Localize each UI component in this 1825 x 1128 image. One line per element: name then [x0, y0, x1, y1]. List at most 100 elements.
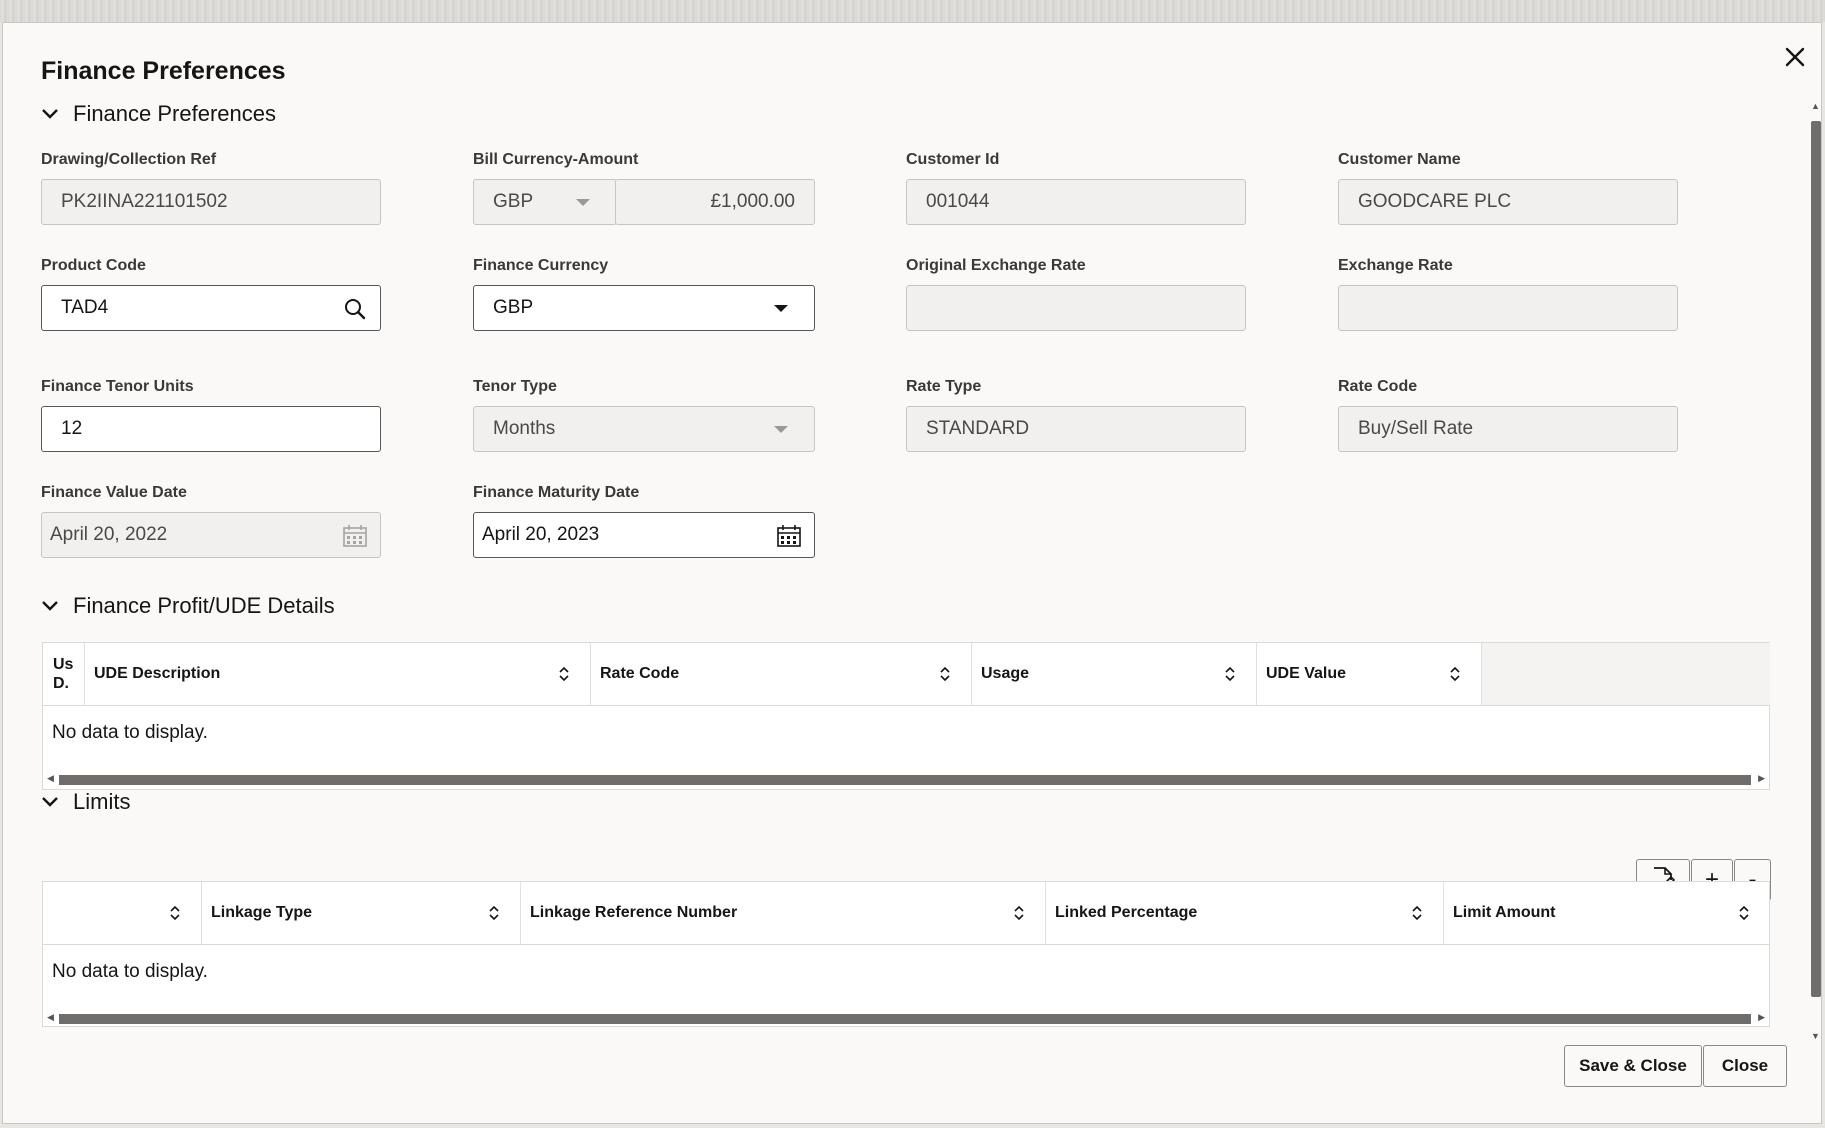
sort-icon[interactable] [488, 904, 500, 922]
tenor-units-label: Finance Tenor Units [41, 378, 194, 396]
finance-preferences-dialog: Finance Preferences ▲ ▼ Finance Preferen… [2, 22, 1822, 1124]
section-title: Finance Preferences [73, 101, 276, 127]
background-strip [0, 0, 1825, 22]
drawing-ref-field: PK2IINA221101502 [41, 179, 381, 225]
customer-name-value: GOODCARE PLC [1358, 191, 1511, 213]
chevron-down-icon[interactable] [41, 597, 59, 615]
calendar-icon[interactable] [776, 523, 802, 549]
calendar-icon [342, 523, 368, 549]
save-and-close-button[interactable]: Save & Close [1564, 1045, 1702, 1087]
col-select[interactable] [43, 882, 202, 944]
ude-horizontal-scrollbar[interactable]: ◀ ▶ [43, 773, 1769, 785]
chevron-down-icon [774, 426, 788, 433]
ude-table: Us D. UDE Description Rate Code Usage UD… [42, 642, 1770, 790]
close-button[interactable]: Close [1703, 1045, 1787, 1087]
customer-id-value: 001044 [926, 191, 989, 213]
sort-icon[interactable] [1411, 904, 1423, 922]
bill-currency-value: GBP [493, 191, 533, 213]
vertical-scrollbar[interactable]: ▲ ▼ [1808, 101, 1822, 1043]
tenor-type-select: Months [473, 406, 815, 452]
sort-icon[interactable] [1738, 904, 1750, 922]
product-code-input[interactable]: TAD4 [41, 285, 381, 331]
maturity-date-label: Finance Maturity Date [473, 484, 639, 502]
col-label: UDE Value [1266, 665, 1346, 683]
maturity-date-input[interactable]: April 20, 2023 [473, 512, 815, 558]
sort-icon[interactable] [1224, 665, 1236, 683]
scroll-left-icon[interactable]: ◀ [47, 1012, 54, 1023]
exchange-rate-field [1338, 285, 1678, 331]
sort-icon[interactable] [939, 665, 951, 683]
value-date-value: April 20, 2022 [50, 524, 167, 546]
limits-table: Linkage Type Linkage Reference Number Li… [42, 881, 1770, 1027]
sort-icon[interactable] [1449, 665, 1461, 683]
limits-table-header: Linkage Type Linkage Reference Number Li… [43, 882, 1769, 945]
col-linkage-reference-number[interactable]: Linkage Reference Number [521, 882, 1046, 944]
rate-type-value: STANDARD [926, 418, 1029, 440]
col-limit-amount[interactable]: Limit Amount [1444, 882, 1770, 944]
section-finance-preferences[interactable]: Finance Preferences [41, 101, 276, 127]
dialog-title: Finance Preferences [41, 57, 286, 86]
scrollbar-thumb[interactable] [59, 775, 1751, 785]
customer-id-label: Customer Id [906, 151, 999, 169]
col-label: Us D. [53, 655, 79, 693]
customer-name-label: Customer Name [1338, 151, 1461, 169]
col-label: UDE Description [94, 665, 220, 683]
col-rate-code[interactable]: Rate Code [591, 643, 972, 705]
scroll-down-icon[interactable]: ▼ [1811, 1031, 1820, 1041]
col-label: Linked Percentage [1055, 904, 1197, 922]
scroll-left-icon[interactable]: ◀ [47, 773, 54, 784]
customer-name-field: GOODCARE PLC [1338, 179, 1678, 225]
bill-currency-select: GBP [473, 179, 617, 225]
customer-id-field: 001044 [906, 179, 1246, 225]
drawing-ref-value: PK2IINA221101502 [61, 191, 228, 213]
scrollbar-thumb[interactable] [1811, 121, 1821, 997]
chevron-down-icon[interactable] [41, 793, 59, 811]
section-title: Finance Profit/UDE Details [73, 593, 335, 619]
product-code-label: Product Code [41, 257, 146, 275]
close-icon[interactable] [1775, 37, 1815, 77]
chevron-down-icon[interactable] [774, 305, 788, 312]
sort-icon[interactable] [169, 904, 181, 922]
col-ude-description[interactable]: UDE Description [85, 643, 591, 705]
scroll-up-icon[interactable]: ▲ [1811, 101, 1820, 111]
rate-code-field: Buy/Sell Rate [1338, 406, 1678, 452]
section-title: Limits [73, 789, 130, 815]
col-label: Linkage Type [211, 904, 312, 922]
scroll-right-icon[interactable]: ▶ [1758, 773, 1765, 784]
section-profit-ude[interactable]: Finance Profit/UDE Details [41, 593, 335, 619]
header-filler [1482, 643, 1770, 705]
col-linked-percentage[interactable]: Linked Percentage [1046, 882, 1444, 944]
col-linkage-type[interactable]: Linkage Type [202, 882, 521, 944]
value-date-field: April 20, 2022 [41, 512, 381, 558]
tenor-units-input[interactable]: 12 [41, 406, 381, 452]
rate-code-label: Rate Code [1338, 378, 1417, 396]
chevron-down-icon [576, 199, 590, 206]
scroll-right-icon[interactable]: ▶ [1758, 1012, 1765, 1023]
scrollbar-thumb[interactable] [59, 1014, 1751, 1024]
search-icon[interactable] [342, 296, 368, 322]
col-usage[interactable]: Usage [972, 643, 1257, 705]
finance-currency-select[interactable]: GBP [473, 285, 815, 331]
sort-icon[interactable] [1013, 904, 1025, 922]
ude-table-header: Us D. UDE Description Rate Code Usage UD… [43, 643, 1769, 706]
bill-currency-amount-label: Bill Currency-Amount [473, 151, 638, 169]
tenor-units-value: 12 [61, 418, 82, 440]
value-date-label: Finance Value Date [41, 484, 187, 502]
product-code-value: TAD4 [61, 297, 108, 319]
limits-horizontal-scrollbar[interactable]: ◀ ▶ [43, 1012, 1769, 1024]
col-us-d[interactable]: Us D. [43, 643, 85, 705]
drawing-ref-label: Drawing/Collection Ref [41, 151, 216, 169]
original-exchange-rate-label: Original Exchange Rate [906, 257, 1086, 275]
original-exchange-rate-field [906, 285, 1246, 331]
col-label: Linkage Reference Number [530, 904, 737, 922]
col-label: Limit Amount [1453, 904, 1556, 922]
sort-icon[interactable] [558, 665, 570, 683]
tenor-type-value: Months [493, 418, 555, 440]
section-limits[interactable]: Limits [41, 789, 130, 815]
col-ude-value[interactable]: UDE Value [1257, 643, 1482, 705]
bill-amount-field: £1,000.00 [615, 179, 815, 225]
col-label: Usage [981, 665, 1029, 683]
col-label: Rate Code [600, 665, 679, 683]
chevron-down-icon[interactable] [41, 105, 59, 123]
exchange-rate-label: Exchange Rate [1338, 257, 1453, 275]
